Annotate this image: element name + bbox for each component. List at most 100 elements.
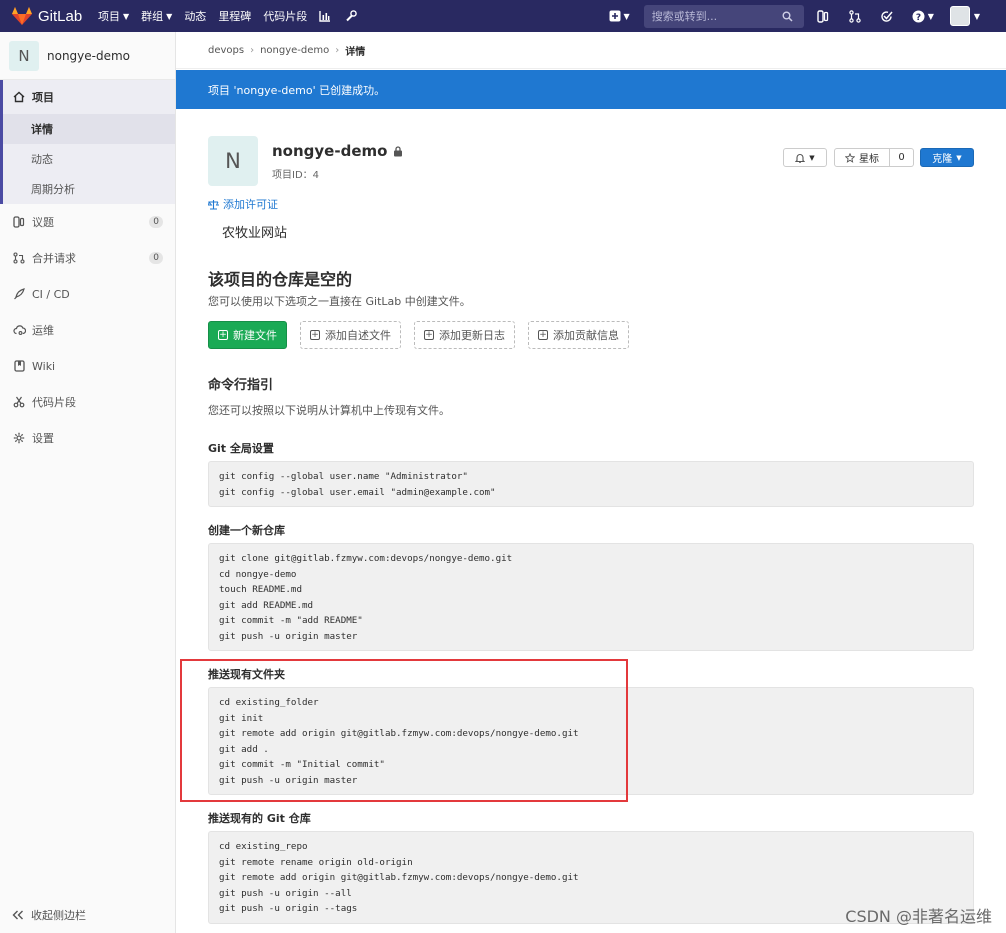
chevron-down-icon: ▼: [809, 153, 815, 162]
sidebar-item-label: CI / CD: [32, 287, 70, 301]
create-new-repo-title: 创建一个新仓库: [208, 524, 285, 537]
chevron-right-icon: ›: [335, 44, 340, 56]
sidebar-item-settings[interactable]: 设置: [0, 420, 175, 456]
flash-text: 项目 'nongye-demo' 已创建成功。: [208, 83, 386, 97]
flash-notice: 项目 'nongye-demo' 已创建成功。: [176, 70, 1006, 109]
project-avatar: N: [9, 40, 39, 71]
gitlab-home-link[interactable]: GitLab: [0, 7, 98, 25]
sidebar-subitem-activity[interactable]: 动态: [3, 144, 175, 174]
nav-milestones-label: 里程碑: [218, 10, 252, 23]
project-header: N nongye-demo 项目ID：4 ▼ 星标 0 克隆 ▼: [208, 136, 974, 186]
gear-icon: [12, 431, 26, 445]
nav-milestones[interactable]: 里程碑: [218, 8, 251, 24]
plus-square-icon: [609, 10, 621, 22]
watermark: CSDN @非著名运维: [845, 907, 992, 926]
sidebar-item-label: 代码片段: [32, 396, 76, 409]
sidebar-item-cicd[interactable]: CI / CD: [0, 276, 175, 312]
add-license-link[interactable]: 添加许可证: [208, 196, 278, 212]
nav-groups[interactable]: 群组 ▼: [141, 8, 172, 24]
project-description: 农牧业网站: [222, 226, 288, 241]
sidebar-item-label: 运维: [32, 324, 54, 337]
sidebar-item-label: 议题: [32, 216, 54, 229]
breadcrumb: devops › nongye-demo › 详情: [176, 32, 1006, 69]
sidebar-item-merge-requests[interactable]: 合并请求 0: [0, 240, 175, 276]
question-icon: ?: [912, 10, 925, 23]
add-changelog-label: 添加更新日志: [439, 329, 505, 342]
double-chevron-left-icon: [12, 910, 24, 920]
nav-projects[interactable]: 项目 ▼: [98, 8, 129, 24]
cli-instructions-title: 命令行指引: [208, 378, 274, 393]
top-navbar: GitLab 项目 ▼ 群组 ▼ 动态 里程碑 代码片段 ▼ 搜索或转到... …: [0, 0, 1006, 32]
sidebar-item-snippets[interactable]: 代码片段: [0, 384, 175, 420]
cloud-gear-icon: [12, 323, 26, 337]
plus-square-icon: +: [538, 329, 548, 340]
chevron-down-icon[interactable]: ▼: [974, 12, 980, 21]
annotation-highlight-box: [180, 659, 628, 802]
nav-groups-label: 群组: [141, 10, 164, 23]
project-sidebar: N nongye-demo 项目 详情 动态 周期分析 议题 0 合并请求 0 …: [0, 32, 176, 933]
scissors-icon: [12, 395, 26, 409]
rocket-icon: [12, 287, 26, 301]
clone-label: 克隆: [932, 154, 953, 165]
help-dropdown[interactable]: ? ▼: [912, 10, 934, 23]
project-avatar-large: N: [208, 136, 258, 186]
breadcrumb-project-link[interactable]: nongye-demo: [260, 45, 329, 56]
admin-chart-icon[interactable]: [319, 10, 331, 22]
sidebar-item-wiki[interactable]: Wiki: [0, 348, 175, 384]
nav-snippets-label: 代码片段: [263, 10, 308, 23]
issues-count-badge: 0: [149, 216, 163, 228]
admin-wrench-icon[interactable]: [345, 10, 358, 22]
sidebar-item-label: 合并请求: [32, 252, 76, 265]
sidebar-item-issues[interactable]: 议题 0: [0, 204, 175, 240]
issues-icon[interactable]: [816, 9, 830, 23]
issues-icon: [12, 215, 26, 229]
sidebar-item-operations[interactable]: 运维: [0, 312, 175, 348]
search-input[interactable]: [651, 9, 782, 23]
star-button[interactable]: 星标: [834, 148, 890, 167]
git-global-setup-code: git config --global user.name "Administr…: [208, 461, 974, 507]
plus-square-icon: +: [218, 329, 228, 340]
home-icon: [12, 90, 26, 104]
clone-dropdown-button[interactable]: 克隆 ▼: [920, 148, 974, 167]
collapse-sidebar-button[interactable]: 收起侧边栏: [12, 907, 86, 923]
gitlab-logo-icon: [12, 7, 32, 25]
add-contributing-button[interactable]: + 添加贡献信息: [528, 321, 629, 349]
nav-activity[interactable]: 动态: [184, 8, 206, 24]
push-existing-repo-title: 推送现有的 Git 仓库: [208, 812, 311, 825]
star-icon: [845, 152, 855, 163]
sidebar-project-header[interactable]: N nongye-demo: [0, 32, 175, 80]
chevron-down-icon: ▼: [956, 153, 962, 162]
user-avatar[interactable]: [949, 6, 970, 26]
cli-instructions-subtitle: 您还可以按照以下说明从计算机中上传现有文件。: [208, 404, 450, 417]
chevron-down-icon: ▼: [123, 11, 130, 21]
project-name: nongye-demo: [272, 142, 388, 160]
new-dropdown-button[interactable]: ▼: [609, 10, 630, 22]
search-icon: [782, 11, 793, 22]
book-icon: [12, 359, 26, 373]
sidebar-item-project[interactable]: 项目: [3, 80, 175, 114]
breadcrumb-group-link[interactable]: devops: [208, 45, 244, 56]
sidebar-item-label: 设置: [32, 432, 54, 445]
create-new-repo-code: git clone git@gitlab.fzmyw.com:devops/no…: [208, 543, 974, 651]
breadcrumb-current: 详情: [345, 46, 366, 58]
project-actions: ▼ 星标 0 克隆 ▼: [783, 148, 974, 167]
merge-requests-icon[interactable]: [848, 9, 862, 23]
sidebar-subitem-cycle-analytics[interactable]: 周期分析: [3, 174, 175, 204]
nav-snippets[interactable]: 代码片段: [263, 8, 307, 24]
project-id: 项目ID：4: [272, 170, 320, 181]
new-file-button[interactable]: + 新建文件: [208, 321, 287, 349]
notification-dropdown-button[interactable]: ▼: [783, 148, 827, 167]
sidebar-subitem-details[interactable]: 详情: [3, 114, 175, 144]
search-box[interactable]: [643, 4, 804, 28]
add-readme-button[interactable]: + 添加自述文件: [300, 321, 401, 349]
chevron-right-icon: ›: [250, 44, 255, 56]
lock-icon: [394, 145, 403, 156]
add-changelog-button[interactable]: + 添加更新日志: [414, 321, 515, 349]
todos-icon[interactable]: [880, 9, 894, 23]
add-license-label: 添加许可证: [223, 198, 278, 211]
star-count[interactable]: 0: [890, 148, 914, 167]
new-file-label: 新建文件: [233, 329, 277, 342]
merge-request-icon: [12, 251, 26, 265]
git-global-setup-title: Git 全局设置: [208, 442, 274, 455]
nav-activity-label: 动态: [184, 10, 207, 23]
